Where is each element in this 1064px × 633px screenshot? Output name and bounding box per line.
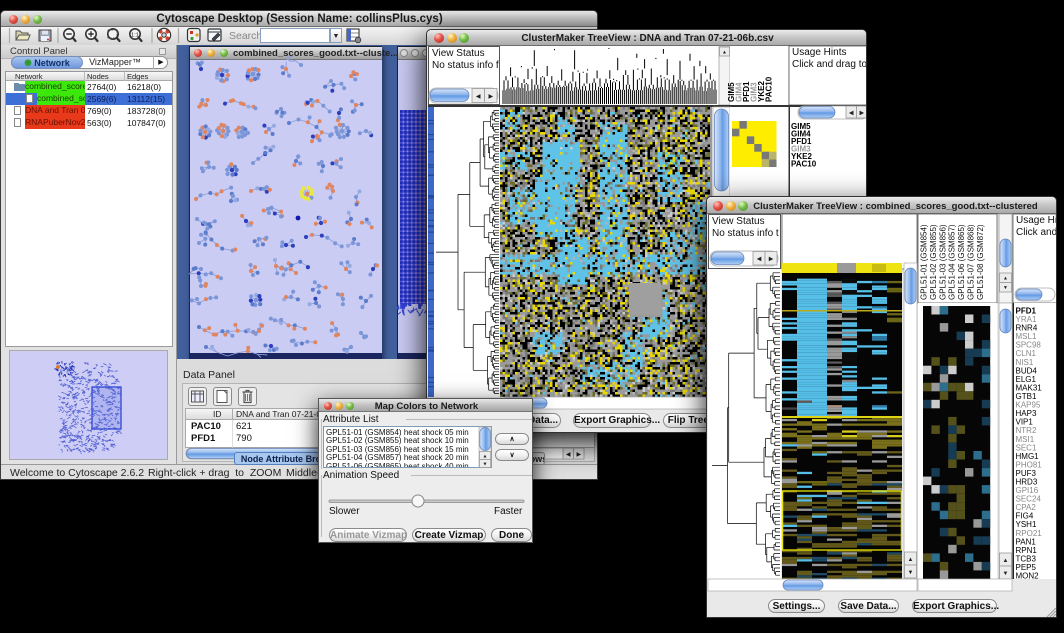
svg-text:PAC10: PAC10	[765, 76, 774, 102]
svg-text:▲: ▲	[722, 49, 727, 55]
svg-text:▶: ▶	[488, 94, 493, 100]
svg-text:◀: ◀	[476, 94, 481, 100]
svg-text:▲: ▲	[483, 453, 488, 459]
svg-text:PAC10: PAC10	[791, 160, 817, 169]
svg-text:▶: ▶	[859, 110, 864, 116]
svg-text:▼: ▼	[483, 461, 488, 467]
svg-text:◀: ◀	[849, 110, 854, 116]
svg-text:Click and drag to: Click and drag to	[792, 59, 867, 70]
svg-text:Usage Hints: Usage Hints	[792, 47, 846, 58]
